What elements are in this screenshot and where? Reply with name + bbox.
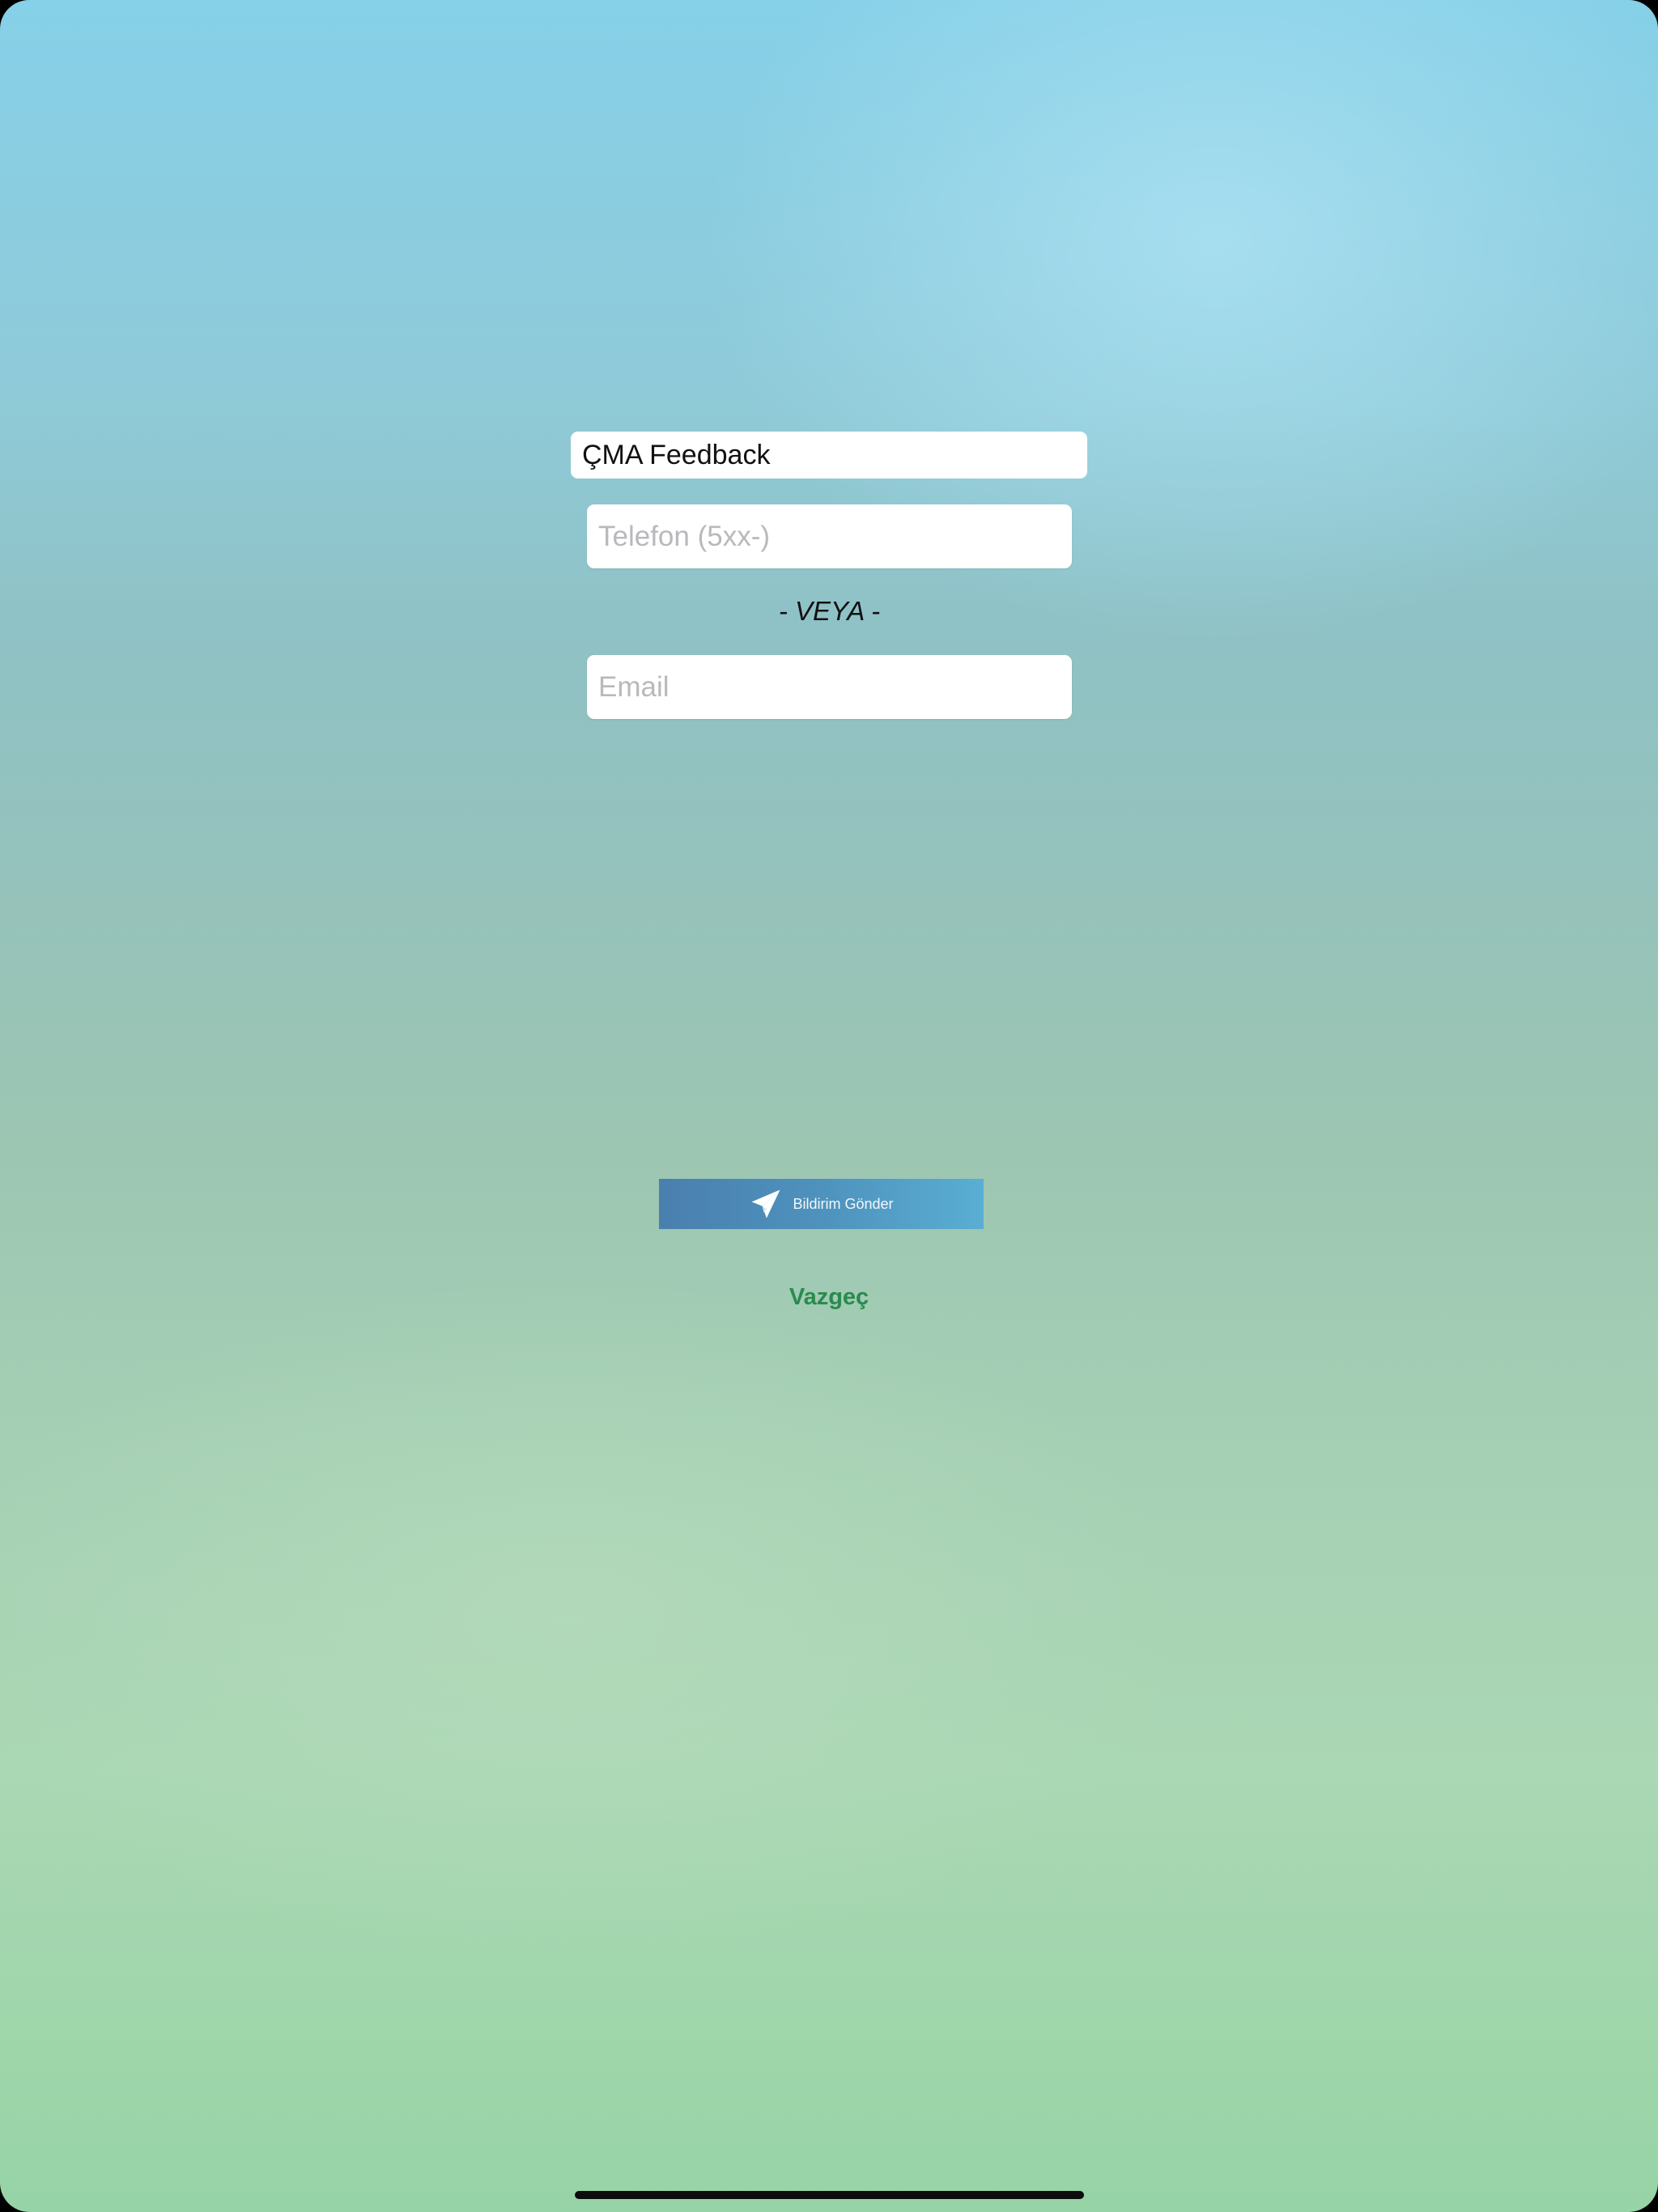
feedback-title: ÇMA Feedback <box>582 439 771 470</box>
or-divider-label: - VEYA - <box>778 596 881 626</box>
cancel-link[interactable]: Vazgeç <box>708 1284 950 1311</box>
phone-input[interactable] <box>587 504 1072 568</box>
email-input[interactable] <box>587 655 1072 719</box>
feedback-screen: ÇMA Feedback - VEYA - Bildirim Gönder Va… <box>0 0 1658 2212</box>
send-feedback-button[interactable]: Bildirim Gönder <box>659 1179 984 1229</box>
feedback-title-field: ÇMA Feedback <box>571 432 1087 479</box>
paper-plane-icon <box>751 1189 780 1219</box>
home-indicator[interactable] <box>575 2191 1084 2199</box>
send-feedback-button-label: Bildirim Gönder <box>793 1195 894 1212</box>
